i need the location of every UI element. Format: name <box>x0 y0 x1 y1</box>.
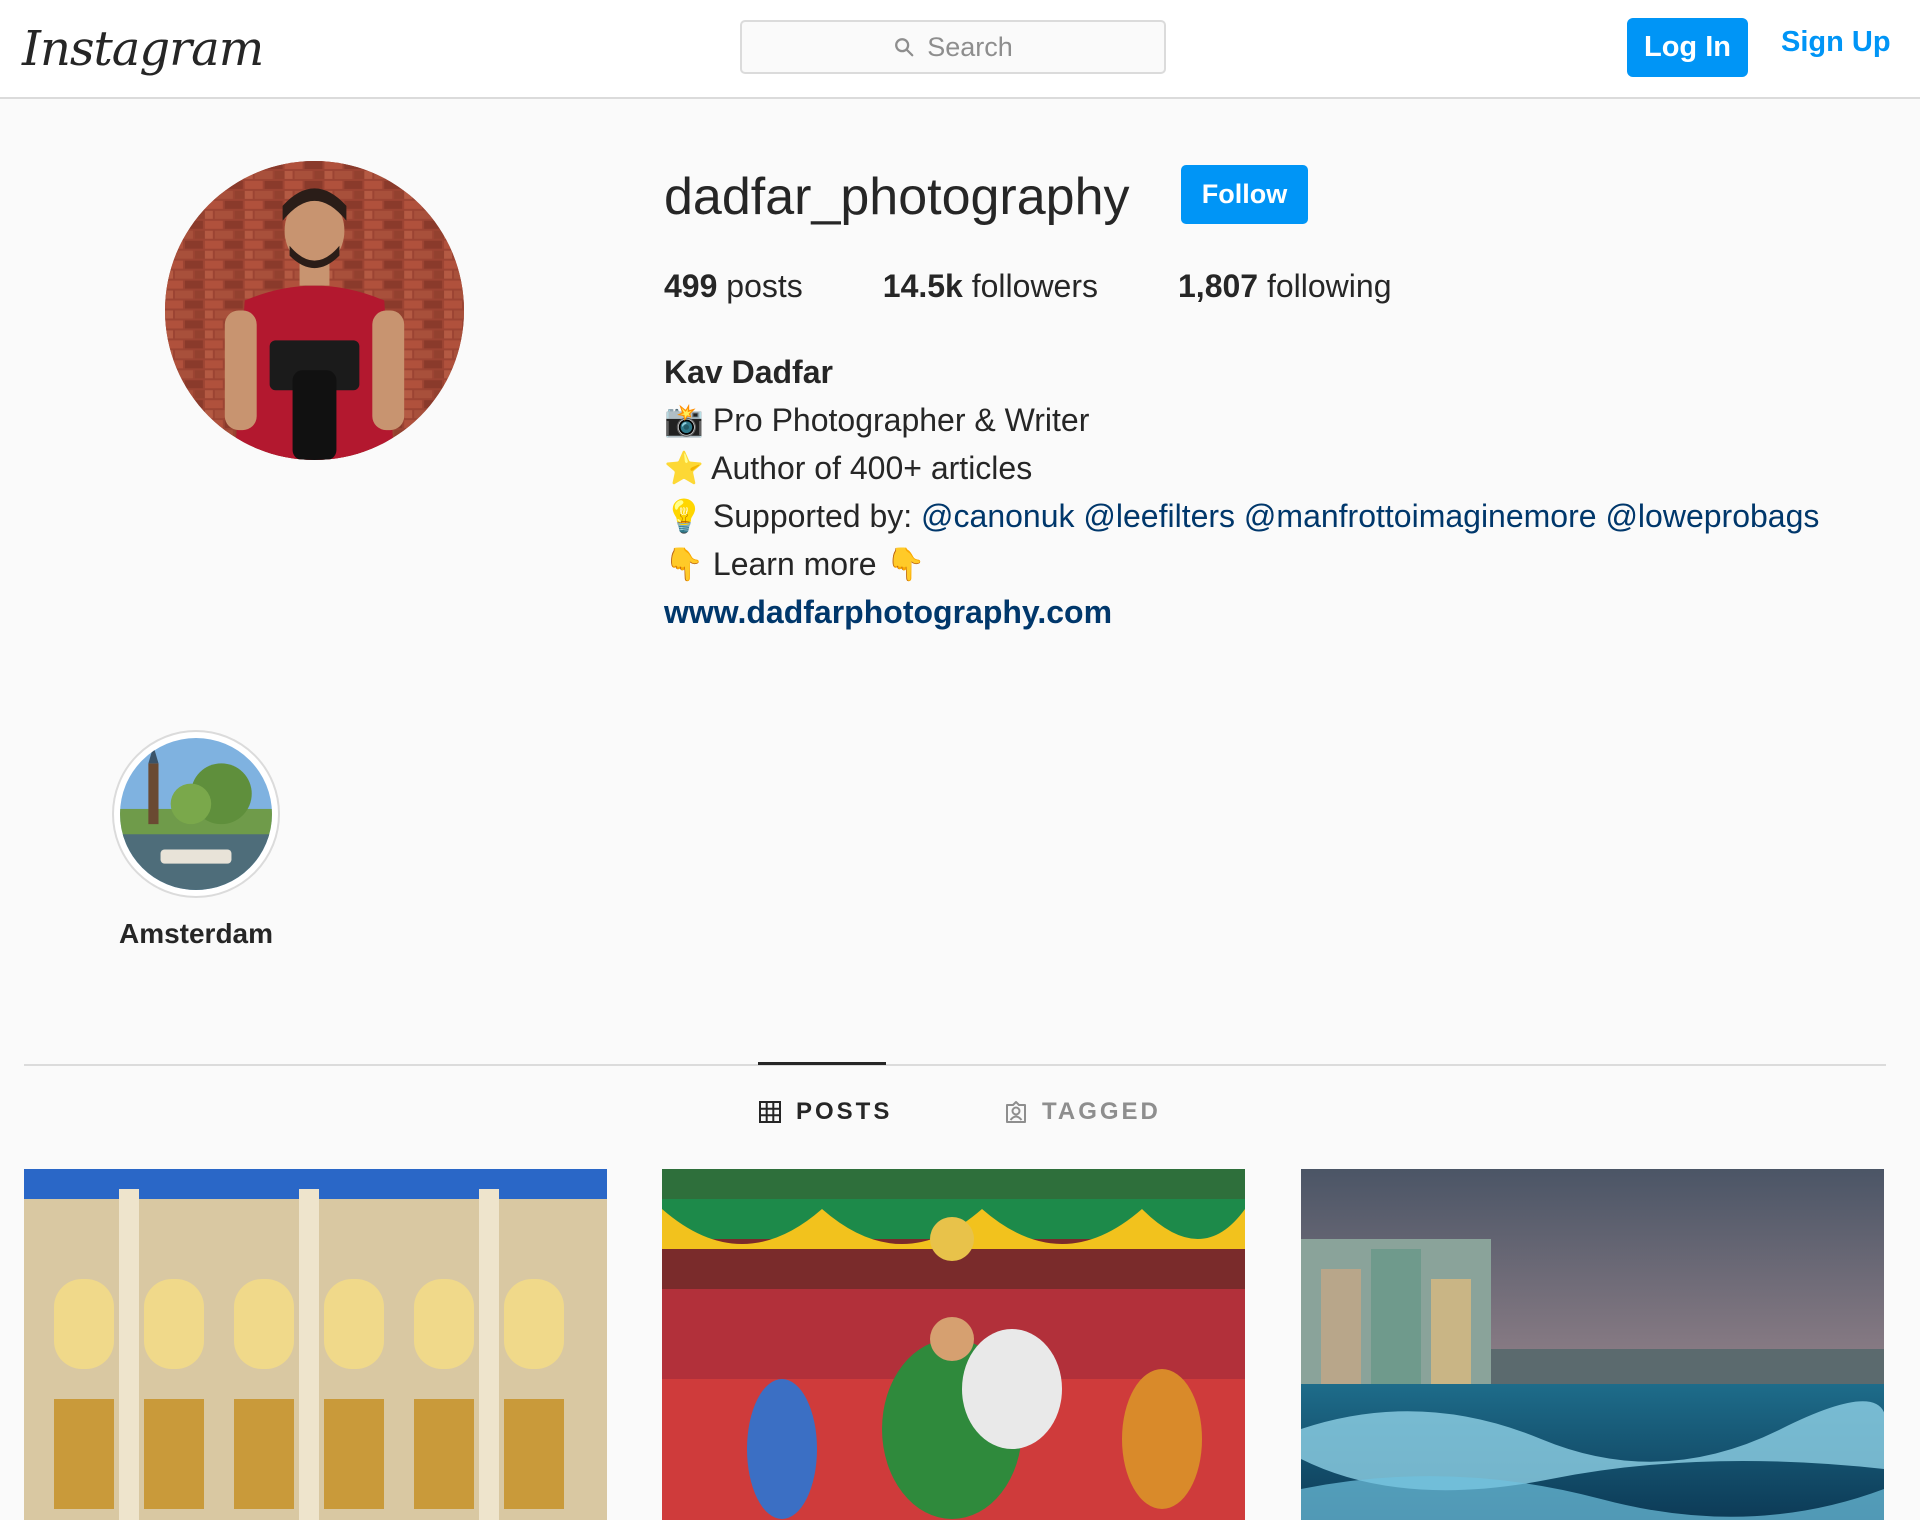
bio-line-3: 💡 Supported by: @canonuk @leefilters @ma… <box>664 492 1819 540</box>
post-thumbnail[interactable] <box>1301 1169 1884 1520</box>
bio-line-4-text: Learn more <box>712 546 877 582</box>
search-icon <box>895 38 914 57</box>
bio-line-3-text: Supported by: <box>712 498 913 534</box>
tabs-divider <box>24 1064 1886 1066</box>
search-placeholder: Search <box>927 31 1013 62</box>
post-image <box>24 1169 607 1520</box>
stat-posts: 499 posts <box>664 268 803 305</box>
profile-avatar[interactable] <box>165 161 464 460</box>
bio-line-2-text: Author of 400+ articles <box>711 450 1033 486</box>
profile-full-name: Kav Dadfar <box>664 354 833 390</box>
sign-up-link[interactable]: Sign Up <box>1781 18 1891 66</box>
lightbulb-icon: 💡 <box>664 498 704 534</box>
tab-posts[interactable]: POSTS <box>758 1098 892 1126</box>
highlight-label: Amsterdam <box>118 918 274 949</box>
website-link[interactable]: www.dadfarphotography.com <box>664 588 1819 636</box>
mention-link[interactable]: @loweprobags <box>1605 498 1819 534</box>
bio-line-1-text: Pro Photographer & Writer <box>712 402 1090 438</box>
grid-icon <box>759 1101 781 1123</box>
stat-following-label: following <box>1266 268 1392 304</box>
bio-line-4: 👇 Learn more 👇 <box>664 540 1819 588</box>
search-input[interactable]: Search <box>740 20 1166 74</box>
mention-link[interactable]: @leefilters <box>1083 498 1235 534</box>
top-navigation-bar: Instagram Search Log In Sign Up <box>0 0 1920 99</box>
star-icon: ⭐ <box>664 450 704 486</box>
post-image <box>662 1169 1245 1520</box>
log-in-button[interactable]: Log In <box>1627 18 1748 77</box>
profile-photo <box>165 161 464 460</box>
mention-link[interactable]: @canonuk <box>921 498 1074 534</box>
stat-followers[interactable]: 14.5k followers <box>883 268 1098 305</box>
pointing-down-icon: 👇 <box>885 546 926 582</box>
stat-posts-value: 499 <box>664 268 718 304</box>
stat-posts-label: posts <box>726 268 803 304</box>
stat-following[interactable]: 1,807 following <box>1178 268 1391 305</box>
profile-bio: Kav Dadfar 📸 Pro Photographer & Writer ⭐… <box>664 348 1819 636</box>
highlight-cover-image <box>120 738 272 890</box>
active-tab-indicator <box>758 1062 886 1065</box>
instagram-logo[interactable]: Instagram <box>22 14 264 84</box>
stat-following-value: 1,807 <box>1178 268 1259 304</box>
post-image <box>1301 1169 1884 1520</box>
highlight-ring <box>112 730 280 898</box>
stat-followers-label: followers <box>971 268 1098 304</box>
stat-followers-value: 14.5k <box>882 268 963 304</box>
camera-flash-icon: 📸 <box>664 402 704 438</box>
tab-tagged[interactable]: TAGGED <box>1004 1098 1161 1126</box>
story-highlight[interactable]: Amsterdam <box>112 730 280 950</box>
follow-button[interactable]: Follow <box>1181 165 1308 224</box>
mention-link[interactable]: @manfrottoimaginemore <box>1244 498 1597 534</box>
profile-username: dadfar_photography <box>664 168 1130 226</box>
post-thumbnail[interactable] <box>662 1169 1245 1520</box>
bio-line-1: 📸 Pro Photographer & Writer <box>664 396 1819 444</box>
tagged-user-icon <box>1006 1101 1026 1123</box>
profile-stats: 499 posts 14.5k followers 1,807 followin… <box>664 268 1471 305</box>
post-thumbnail[interactable] <box>24 1169 607 1520</box>
bio-line-2: ⭐ Author of 400+ articles <box>664 444 1819 492</box>
tab-posts-label: POSTS <box>796 1098 893 1125</box>
pointing-down-icon: 👇 <box>664 546 704 582</box>
tab-tagged-label: TAGGED <box>1042 1098 1161 1125</box>
